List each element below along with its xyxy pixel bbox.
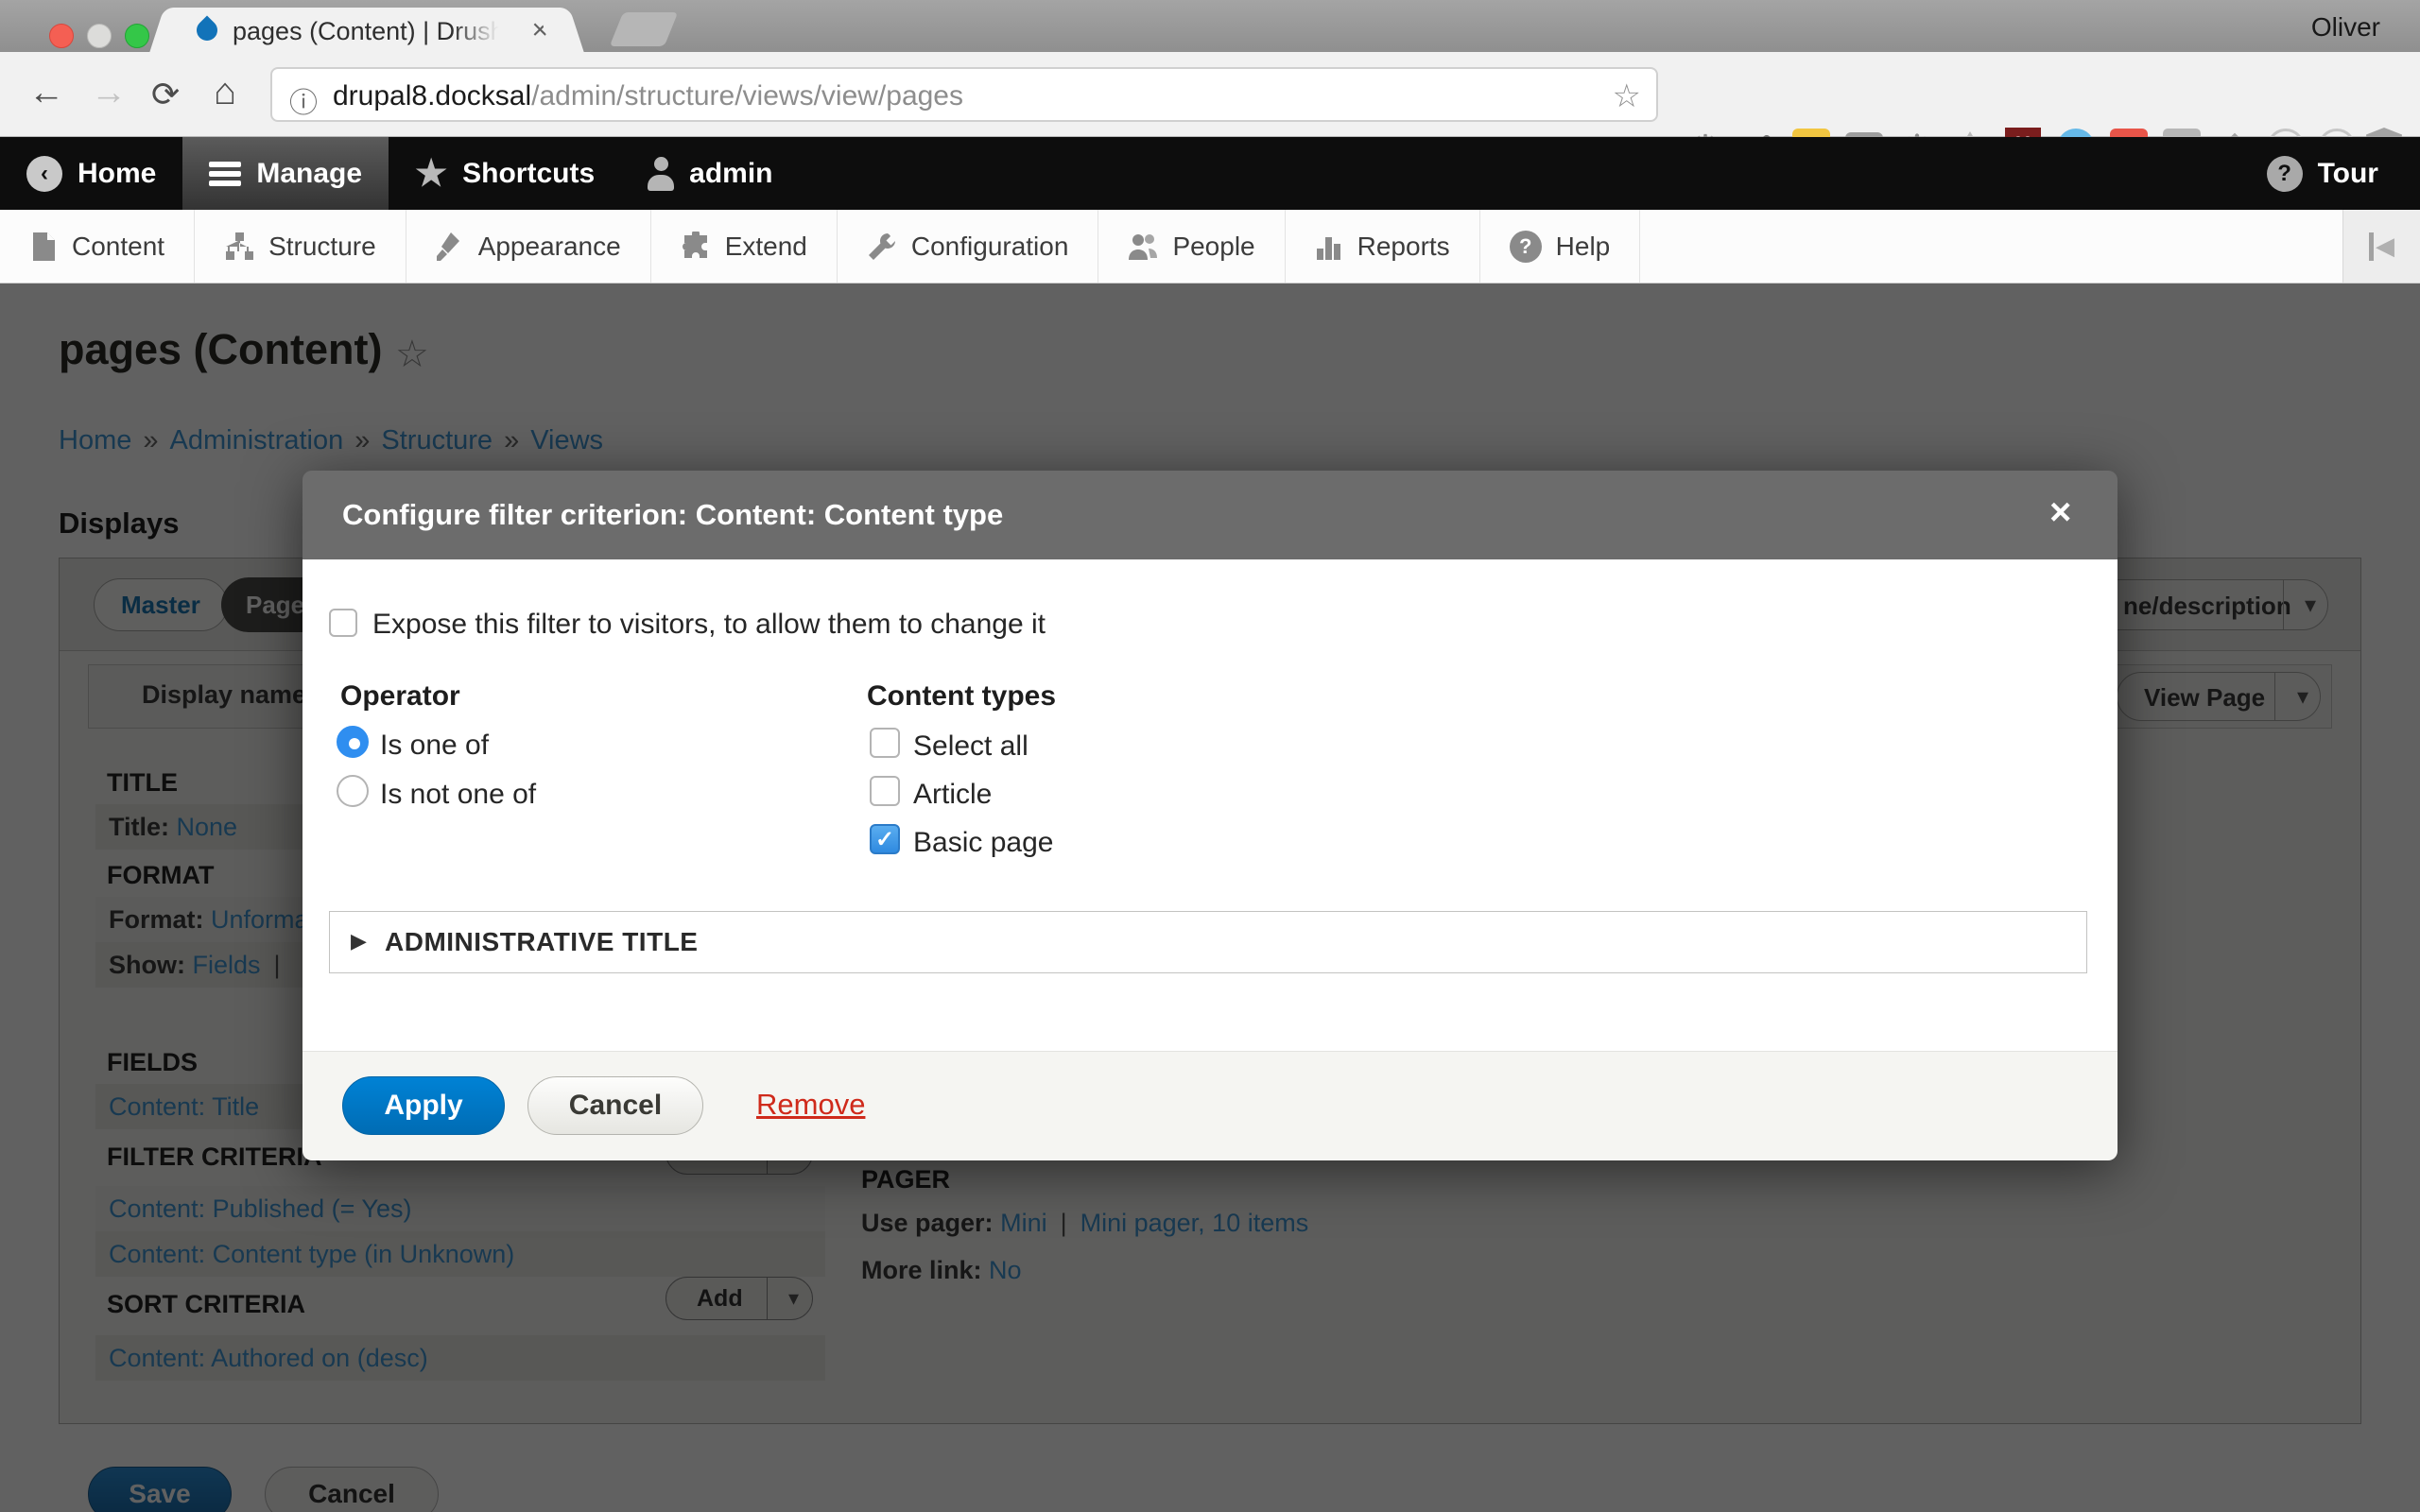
toolbar-collapse-button[interactable]: ◀: [2342, 210, 2420, 283]
menu-item-structure[interactable]: Structure: [195, 210, 406, 283]
collapsed-arrow-icon: ▶: [351, 929, 367, 954]
drupal-admin-toolbar: ‹ Home Manage ★ Shortcuts admin ? Tour: [0, 137, 2420, 210]
menu-item-reports[interactable]: Reports: [1286, 210, 1480, 283]
star-icon: ★: [415, 156, 447, 192]
operator-is-not-one-of-radio[interactable]: [337, 775, 369, 807]
browser-profile-name[interactable]: Oliver: [2311, 12, 2380, 43]
bar-chart-icon: [1315, 232, 1343, 262]
toolbar-admin-label: admin: [689, 158, 772, 190]
basic-page-label[interactable]: Basic page: [913, 827, 1053, 859]
menu-reports-label: Reports: [1357, 232, 1450, 262]
configure-filter-modal: Configure filter criterion: Content: Con…: [302, 471, 2118, 1160]
document-icon: [29, 232, 58, 262]
url-path: /admin/structure/views/view/pages: [531, 80, 963, 112]
operator-is-one-of-radio[interactable]: [337, 726, 369, 758]
article-checkbox[interactable]: [870, 776, 900, 806]
minimize-window-button[interactable]: [87, 24, 112, 48]
operator-is-not-one-of-label[interactable]: Is not one of: [380, 779, 536, 811]
reload-icon[interactable]: ⟳: [151, 75, 180, 114]
browser-toolbar: ← → ⟳ ⌂ ⓘ drupal8.docksal/admin/structur…: [0, 52, 2420, 137]
home-icon[interactable]: ⌂: [214, 71, 236, 113]
administrative-title-fieldset[interactable]: ▶ ADMINISTRATIVE TITLE: [329, 911, 2087, 973]
address-bar[interactable]: ⓘ drupal8.docksal/admin/structure/views/…: [270, 67, 1658, 122]
administrative-title-label: ADMINISTRATIVE TITLE: [385, 927, 698, 957]
zoom-window-button[interactable]: [125, 24, 149, 48]
toolbar-tour-label: Tour: [2318, 158, 2378, 190]
tab-title-fade: [452, 15, 510, 49]
toolbar-shortcuts-label: Shortcuts: [462, 158, 595, 190]
drupal-favicon-icon: [192, 15, 221, 44]
operator-heading: Operator: [340, 680, 460, 713]
tab-close-icon[interactable]: ×: [531, 14, 548, 46]
url-text[interactable]: drupal8.docksal/admin/structure/views/vi…: [333, 80, 963, 112]
article-label[interactable]: Article: [913, 779, 992, 811]
select-all-label[interactable]: Select all: [913, 730, 1028, 763]
forward-icon: →: [91, 73, 127, 113]
toolbar-item-admin[interactable]: admin: [621, 137, 799, 210]
puzzle-icon: [681, 232, 711, 262]
basic-page-checkbox[interactable]: ✓: [870, 824, 900, 854]
menu-appearance-label: Appearance: [478, 232, 621, 262]
select-all-checkbox[interactable]: [870, 728, 900, 758]
menu-item-configuration[interactable]: Configuration: [838, 210, 1099, 283]
new-tab-button[interactable]: [610, 12, 679, 46]
operator-is-one-of-label[interactable]: Is one of: [380, 730, 489, 762]
menu-item-content[interactable]: Content: [0, 210, 195, 283]
browser-window: pages (Content) | Drush Site-In × Oliver…: [0, 0, 2420, 1512]
browser-tab[interactable]: pages (Content) | Drush Site-In ×: [172, 8, 562, 52]
help-icon: ?: [1510, 231, 1542, 263]
close-window-button[interactable]: [49, 24, 74, 48]
site-info-icon[interactable]: ⓘ: [289, 79, 318, 121]
cancel-button[interactable]: Cancel: [527, 1076, 703, 1135]
url-host: drupal8.docksal: [333, 80, 531, 112]
wrench-icon: [867, 232, 897, 262]
sitemap-icon: [224, 232, 254, 262]
modal-body: Expose this filter to visitors, to allow…: [302, 559, 2118, 1051]
paintbrush-icon: [436, 232, 464, 262]
bookmark-star-icon[interactable]: ☆: [1613, 77, 1641, 115]
menu-configuration-label: Configuration: [911, 232, 1069, 262]
collapse-bar-icon: [2369, 232, 2374, 261]
menu-content-label: Content: [72, 232, 164, 262]
hamburger-icon: [209, 162, 241, 186]
people-icon: [1128, 232, 1158, 262]
back-to-site-icon: ‹: [26, 156, 62, 192]
expose-filter-checkbox[interactable]: [329, 609, 357, 637]
menu-item-people[interactable]: People: [1098, 210, 1285, 283]
collapse-arrow-icon: ◀: [2376, 232, 2394, 261]
back-icon[interactable]: ←: [28, 73, 64, 113]
drupal-menu-bar: Content Structure Appearance Extend Conf…: [0, 210, 2420, 284]
toolbar-home-label: Home: [78, 158, 156, 190]
content-types-heading: Content types: [867, 680, 1056, 713]
apply-button[interactable]: Apply: [342, 1076, 505, 1135]
menu-structure-label: Structure: [268, 232, 376, 262]
toolbar-item-tour[interactable]: ? Tour: [2267, 137, 2420, 210]
expose-filter-label[interactable]: Expose this filter to visitors, to allow…: [372, 609, 1046, 641]
browser-tab-strip: pages (Content) | Drush Site-In × Oliver: [0, 0, 2420, 52]
toolbar-item-home[interactable]: ‹ Home: [0, 137, 182, 210]
menu-item-appearance[interactable]: Appearance: [406, 210, 651, 283]
toolbar-manage-label: Manage: [256, 158, 362, 190]
menu-extend-label: Extend: [725, 232, 807, 262]
modal-title: Configure filter criterion: Content: Con…: [342, 471, 1003, 559]
menu-help-label: Help: [1556, 232, 1611, 262]
toolbar-item-shortcuts[interactable]: ★ Shortcuts: [389, 137, 621, 210]
menu-people-label: People: [1172, 232, 1254, 262]
user-icon: [648, 157, 674, 191]
remove-link[interactable]: Remove: [756, 1088, 865, 1122]
menu-item-extend[interactable]: Extend: [651, 210, 838, 283]
modal-footer: Apply Cancel Remove: [302, 1051, 2118, 1160]
toolbar-item-manage[interactable]: Manage: [182, 137, 389, 210]
menu-item-help[interactable]: ? Help: [1480, 210, 1641, 283]
modal-header[interactable]: Configure filter criterion: Content: Con…: [302, 471, 2118, 559]
question-icon: ?: [2267, 156, 2303, 192]
close-icon[interactable]: ×: [2049, 491, 2071, 534]
